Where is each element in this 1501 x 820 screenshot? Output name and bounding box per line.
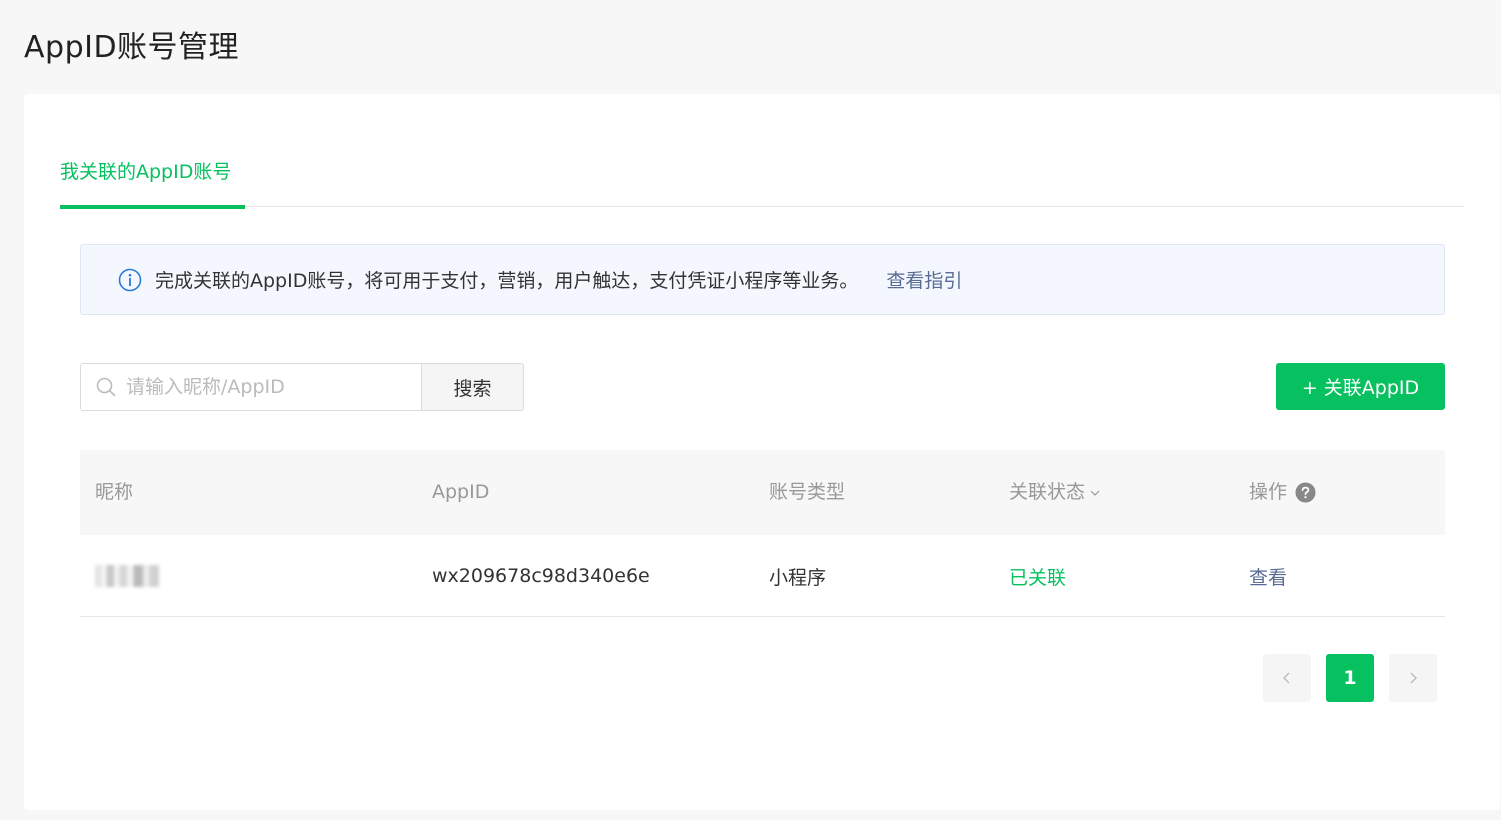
appid-table: 昵称 AppID 账号类型 关联状态 操作 wx209678c98d340e6e… — [80, 450, 1445, 617]
table-header: 昵称 AppID 账号类型 关联状态 操作 — [80, 450, 1445, 535]
notice-text: 完成关联的AppID账号，将可用于支付，营销，用户触达，支付凭证小程序等业务。 — [155, 270, 859, 292]
search-input-box — [80, 363, 422, 411]
pagination: 1 — [1263, 654, 1452, 702]
header-status-label: 关联状态 — [1009, 481, 1086, 503]
tab-linked-appid[interactable]: 我关联的AppID账号 — [60, 154, 245, 209]
header-action-label: 操作 — [1249, 481, 1288, 503]
cell-account-type: 小程序 — [769, 566, 827, 589]
cell-nickname — [95, 535, 159, 617]
header-status-filter[interactable]: 关联状态 — [1009, 450, 1101, 535]
tab-bar: 我关联的AppID账号 — [60, 154, 1464, 209]
cell-appid: wx209678c98d340e6e — [432, 565, 650, 587]
header-nickname: 昵称 — [95, 481, 134, 503]
tab-label: 我关联的AppID账号 — [60, 161, 232, 183]
header-account-type: 账号类型 — [769, 481, 846, 503]
page-1-button[interactable]: 1 — [1326, 654, 1374, 702]
header-action: 操作 — [1249, 450, 1316, 535]
redacted-nickname — [95, 565, 159, 587]
chevron-right-icon — [1406, 671, 1420, 685]
tab-active-indicator — [60, 205, 245, 209]
table-row: wx209678c98d340e6e 小程序 已关联 查看 — [80, 535, 1445, 617]
add-appid-button[interactable]: + 关联AppID — [1276, 363, 1445, 410]
search-input[interactable] — [126, 376, 406, 398]
cell-status: 已关联 — [1009, 566, 1067, 589]
search-bar: 搜索 — [80, 363, 524, 411]
chevron-left-icon — [1280, 671, 1294, 685]
prev-page-button[interactable] — [1263, 654, 1311, 702]
search-button[interactable]: 搜索 — [422, 363, 524, 411]
info-icon — [118, 268, 142, 292]
help-icon[interactable] — [1295, 482, 1316, 503]
content-card: 我关联的AppID账号 完成关联的AppID账号，将可用于支付，营销，用户触达，… — [24, 94, 1500, 810]
view-button[interactable]: 查看 — [1249, 535, 1287, 617]
chevron-down-icon — [1089, 487, 1101, 499]
info-notice: 完成关联的AppID账号，将可用于支付，营销，用户触达，支付凭证小程序等业务。 … — [80, 244, 1445, 315]
page-title: AppID账号管理 — [24, 30, 240, 65]
search-icon — [95, 376, 117, 398]
header-appid: AppID — [432, 481, 490, 503]
guide-link[interactable]: 查看指引 — [886, 266, 962, 293]
next-page-button[interactable] — [1389, 654, 1437, 702]
